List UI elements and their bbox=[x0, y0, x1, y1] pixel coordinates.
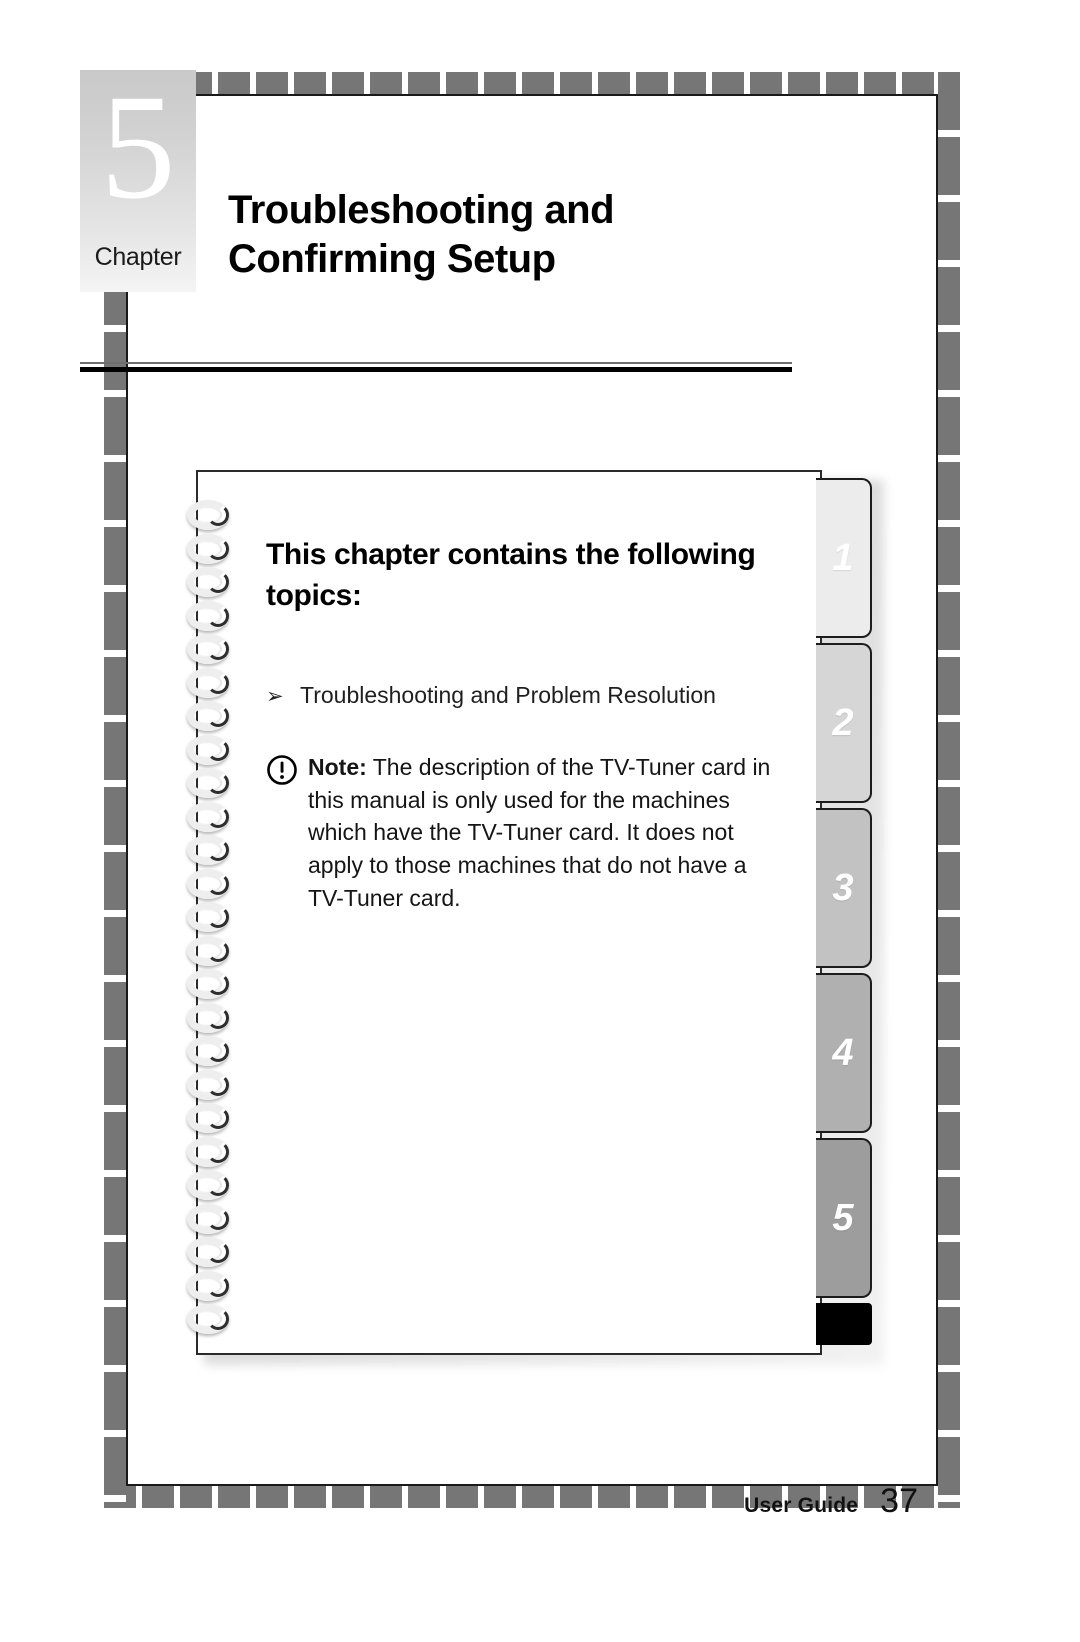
spiral-coil bbox=[185, 801, 243, 836]
spiral-coil bbox=[185, 902, 243, 936]
spiral-coil bbox=[185, 1203, 243, 1238]
spiral-coil-inner bbox=[207, 638, 229, 660]
spiral-coil-inner bbox=[207, 872, 229, 895]
spiral-coil bbox=[185, 1002, 243, 1037]
spiral-coil-inner bbox=[207, 1073, 229, 1096]
side-tab-5[interactable]: 5 bbox=[816, 1138, 872, 1298]
chapter-word-label: Chapter bbox=[94, 243, 182, 271]
spiral-binding bbox=[185, 500, 247, 1348]
note-body: The description of the TV-Tuner card in … bbox=[308, 754, 771, 911]
spiral-coil bbox=[185, 1237, 243, 1271]
spiral-coil bbox=[185, 701, 243, 735]
panel-content: This chapter contains the following topi… bbox=[266, 534, 796, 914]
spiral-coil bbox=[185, 935, 243, 970]
spiral-coil bbox=[185, 533, 243, 568]
spiral-coil-inner bbox=[207, 973, 229, 995]
spiral-coil-inner bbox=[207, 1241, 229, 1263]
spiral-coil bbox=[185, 868, 243, 903]
footer-page-number: 37 bbox=[880, 1482, 918, 1520]
footer-label: User Guide bbox=[744, 1494, 859, 1517]
side-tab-label: 1 bbox=[832, 536, 854, 579]
spiral-coil-inner bbox=[207, 1107, 229, 1129]
list-item[interactable]: ➢ Troubleshooting and Problem Resolution bbox=[266, 679, 796, 711]
spiral-coil-inner bbox=[207, 504, 229, 526]
spiral-coil bbox=[185, 500, 243, 534]
topic-list: ➢ Troubleshooting and Problem Resolution bbox=[266, 679, 796, 711]
spiral-coil-inner bbox=[207, 1006, 229, 1029]
spiral-coil-inner bbox=[207, 604, 229, 627]
spiral-coil-inner bbox=[207, 671, 229, 694]
page-footer: User Guide 37 bbox=[744, 1482, 918, 1521]
side-index-tabs: 1 2 3 4 5 bbox=[816, 478, 876, 1353]
spiral-coil-inner bbox=[207, 839, 229, 861]
panel-heading: This chapter contains the following topi… bbox=[266, 538, 756, 613]
chapter-header: 5 Chapter Troubleshooting and Confirming… bbox=[80, 70, 792, 372]
arrow-bullet-icon: ➢ bbox=[266, 684, 284, 708]
header-rule-thin bbox=[80, 362, 792, 364]
note-label: Note: bbox=[308, 754, 367, 781]
spiral-coil-inner bbox=[207, 1308, 229, 1330]
spiral-coil-inner bbox=[207, 1174, 229, 1196]
topic-label: Troubleshooting and Problem Resolution bbox=[300, 681, 716, 708]
spiral-coil bbox=[185, 1170, 243, 1204]
spiral-coil-inner bbox=[207, 772, 229, 794]
page-title: Troubleshooting and Confirming Setup bbox=[228, 186, 788, 284]
spiral-coil bbox=[185, 567, 243, 601]
chapter-number: 5 bbox=[100, 64, 176, 230]
side-tab-4[interactable]: 4 bbox=[816, 973, 872, 1133]
side-tab-label: 2 bbox=[832, 701, 854, 744]
spiral-coil-inner bbox=[207, 1274, 229, 1297]
spiral-coil-inner bbox=[207, 805, 229, 828]
spiral-coil bbox=[185, 1069, 243, 1104]
spiral-coil-inner bbox=[207, 1140, 229, 1163]
side-tab-end-block bbox=[816, 1303, 872, 1345]
spiral-coil-inner bbox=[207, 1040, 229, 1062]
spiral-coil bbox=[185, 1304, 243, 1338]
side-tab-label: 5 bbox=[832, 1196, 854, 1239]
spiral-coil-inner bbox=[207, 906, 229, 928]
side-tab-3[interactable]: 3 bbox=[816, 808, 872, 968]
note-block: Note: The description of the TV-Tuner ca… bbox=[266, 751, 796, 914]
spiral-coil bbox=[185, 600, 243, 635]
spiral-coil bbox=[185, 768, 243, 802]
side-tab-2[interactable]: 2 bbox=[816, 643, 872, 803]
spiral-coil-inner bbox=[207, 705, 229, 727]
spiral-coil-inner bbox=[207, 738, 229, 761]
spiral-coil bbox=[185, 734, 243, 769]
side-tab-1[interactable]: 1 bbox=[816, 478, 872, 638]
exclamation-circle-icon bbox=[266, 751, 308, 791]
chapter-badge: 5 Chapter bbox=[80, 70, 196, 292]
spiral-coil bbox=[185, 1036, 243, 1070]
notebook-page: This chapter contains the following topi… bbox=[187, 470, 822, 1355]
note-text: Note: The description of the TV-Tuner ca… bbox=[308, 751, 786, 914]
chapter-title-line-2: Confirming Setup bbox=[228, 236, 556, 281]
frame-dash-right bbox=[938, 72, 960, 1508]
spiral-coil bbox=[185, 667, 243, 702]
spiral-coil-inner bbox=[207, 939, 229, 962]
side-tab-label: 3 bbox=[832, 866, 854, 909]
spiral-coil bbox=[185, 1270, 243, 1305]
side-tab-label: 4 bbox=[832, 1031, 854, 1074]
spiral-coil bbox=[185, 1103, 243, 1137]
notebook-panel: This chapter contains the following topi… bbox=[187, 470, 884, 1365]
chapter-title-line-1: Troubleshooting and bbox=[228, 188, 615, 232]
spiral-coil bbox=[185, 835, 243, 869]
spiral-coil-inner bbox=[207, 537, 229, 560]
header-rule-thick bbox=[80, 367, 792, 372]
spiral-coil-inner bbox=[207, 1207, 229, 1230]
spiral-coil bbox=[185, 1136, 243, 1171]
spiral-coil bbox=[185, 969, 243, 1003]
spiral-coil-inner bbox=[207, 571, 229, 593]
spiral-coil bbox=[185, 634, 243, 668]
